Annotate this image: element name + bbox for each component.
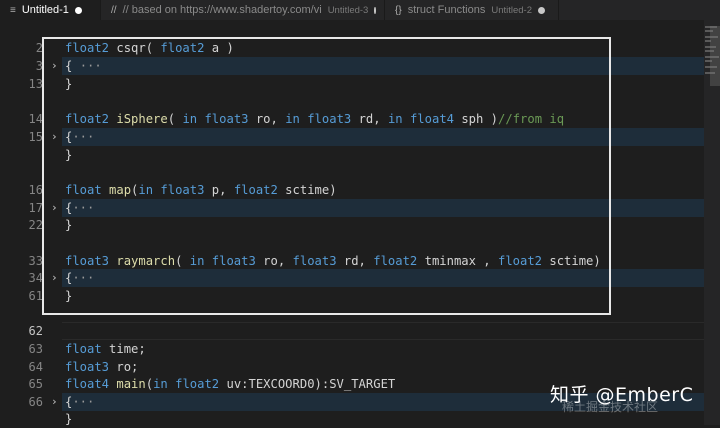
scrollbar-thumb[interactable] <box>710 26 720 86</box>
line-number: 15 <box>28 129 43 144</box>
line-number: 61 <box>28 288 43 303</box>
code-text: float4 main(in float2 uv:TEXCOORD0):SV_T… <box>65 376 396 391</box>
tab-description: Untitled-3 <box>327 4 369 16</box>
code-text: float time; <box>65 341 146 356</box>
line-number: 65 <box>28 376 43 391</box>
chevron-right-icon[interactable]: › <box>51 395 61 408</box>
watermark-sub: 稀土掘金技术社区 <box>562 400 659 414</box>
code-line: 63 float time; <box>0 340 710 358</box>
tab-description: Untitled-2 <box>491 4 532 16</box>
line-number: 3 <box>35 58 43 73</box>
unsaved-dot-icon[interactable] <box>74 6 82 14</box>
line-number: 34 <box>28 270 43 285</box>
line-number: 66 <box>28 394 43 409</box>
tab-bar: ≡ Untitled-1 // // based on https://www.… <box>0 0 720 20</box>
code-line-current[interactable]: 62 <box>0 322 710 340</box>
line-number: 2 <box>35 40 43 55</box>
line-number: 64 <box>28 359 43 374</box>
line-number: 33 <box>28 253 43 268</box>
tab-untitled-3[interactable]: // // based on https://www.shadertoy.com… <box>101 0 384 20</box>
annotation-highlight-box <box>42 37 611 315</box>
code-line: 64 float3 ro; <box>0 358 710 376</box>
unsaved-dot-icon[interactable] <box>374 6 376 14</box>
line-number: 63 <box>28 341 43 356</box>
code-text: } <box>65 411 73 426</box>
unsaved-dot-icon[interactable] <box>538 6 545 14</box>
line-number: 62 <box>28 323 43 338</box>
comment-icon: // <box>111 4 117 16</box>
tab-untitled-2[interactable]: {} struct Functions Untitled-2 <box>385 0 558 20</box>
tab-title: struct Functions <box>407 4 486 16</box>
code-text: float3 ro; <box>65 359 139 374</box>
line-number: 22 <box>28 217 43 232</box>
line-number: 16 <box>28 182 43 197</box>
tab-title: Untitled-1 <box>21 4 69 16</box>
code-text: {··· <box>65 394 95 409</box>
braces-icon: {} <box>395 4 402 16</box>
line-number: 13 <box>28 76 43 91</box>
menu-lines-icon: ≡ <box>10 4 16 16</box>
line-number: 14 <box>28 111 43 126</box>
tab-title: // based on https://www.shadertoy.com/vi <box>122 4 322 16</box>
tab-untitled-1[interactable]: ≡ Untitled-1 <box>0 0 100 20</box>
line-number: 17 <box>28 200 43 215</box>
